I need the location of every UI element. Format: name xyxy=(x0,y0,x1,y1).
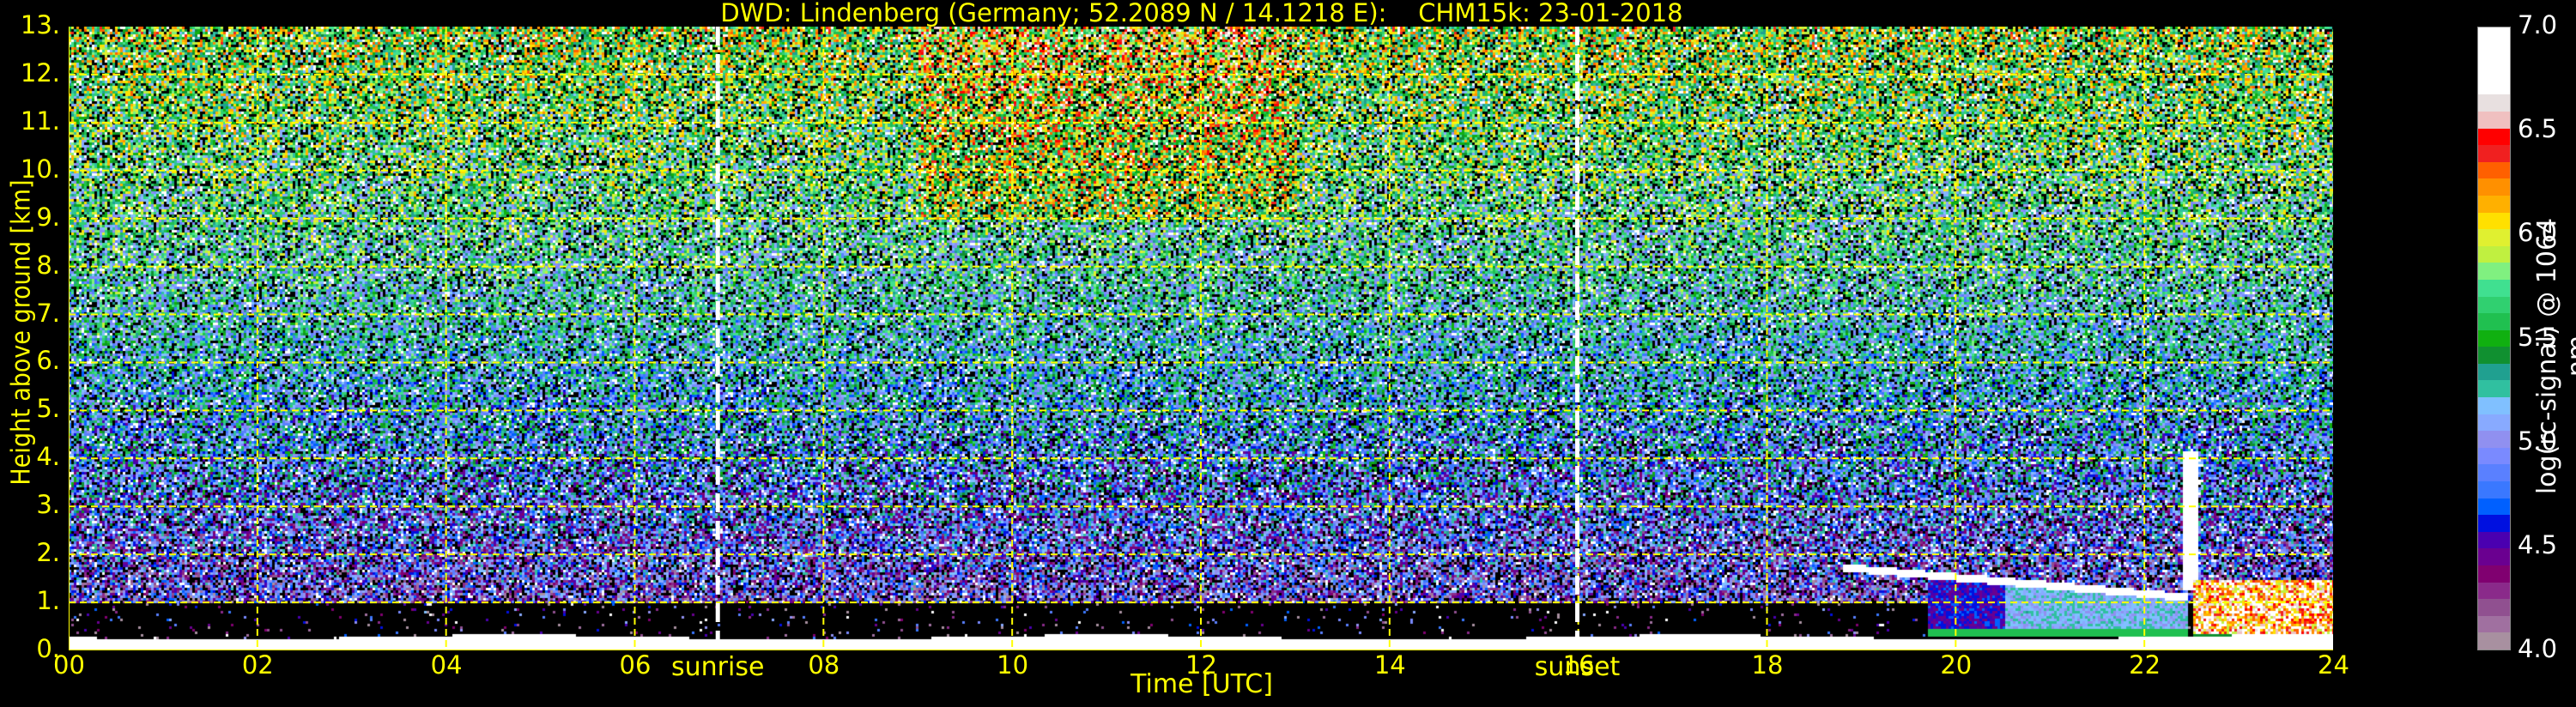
colorbar-label: log(rc-signal) @ 1064 nm xyxy=(2532,217,2576,495)
y-tick-label: 2. xyxy=(36,538,60,568)
plot-area xyxy=(69,27,2333,650)
colorbar-swatch xyxy=(2478,44,2510,62)
colorbar-swatch xyxy=(2478,145,2510,162)
colorbar-swatch xyxy=(2478,599,2510,616)
sunrise-label: sunrise xyxy=(671,652,765,682)
colorbar-swatch xyxy=(2478,380,2510,398)
x-tick-label: 22 xyxy=(2129,650,2161,680)
x-tick-label: 04 xyxy=(430,650,463,680)
colorbar-tick-label: 7.0 xyxy=(2518,10,2558,39)
colorbar-swatch xyxy=(2478,313,2510,330)
x-tick-label: 00 xyxy=(53,650,85,680)
colorbar-swatch xyxy=(2478,296,2510,314)
y-tick-label: 11. xyxy=(20,106,60,136)
x-axis-label: Time [UTC] xyxy=(1130,669,1273,699)
colorbar-swatch xyxy=(2478,245,2510,263)
colorbar-swatch xyxy=(2478,61,2510,78)
x-tick-label: 14 xyxy=(1373,650,1406,680)
colorbar-swatch xyxy=(2478,263,2510,280)
colorbar-swatch xyxy=(2478,565,2510,583)
colorbar-swatch xyxy=(2478,481,2510,499)
colorbar-swatch xyxy=(2478,27,2510,45)
y-axis-label: Height above ground [km] xyxy=(6,179,37,486)
colorbar-swatch xyxy=(2478,515,2510,532)
colorbar-swatch xyxy=(2478,498,2510,516)
colorbar-swatch xyxy=(2478,329,2510,347)
colorbar xyxy=(2477,27,2511,650)
colorbar-swatch xyxy=(2478,363,2510,381)
colorbar-tick-label: 6.5 xyxy=(2518,114,2558,144)
colorbar-swatch xyxy=(2478,531,2510,549)
y-tick-label: 1. xyxy=(36,586,60,616)
colorbar-swatch xyxy=(2478,615,2510,633)
colorbar-swatch xyxy=(2478,397,2510,414)
x-tick-label: 02 xyxy=(241,650,274,680)
sunset-label: sunset xyxy=(1534,652,1621,682)
colorbar-swatch xyxy=(2478,77,2510,95)
x-tick-label: 08 xyxy=(808,650,840,680)
colorbar-swatch xyxy=(2478,94,2510,112)
x-tick-label: 18 xyxy=(1751,650,1784,680)
colorbar-swatch xyxy=(2478,111,2510,129)
x-tick-label: 10 xyxy=(997,650,1029,680)
colorbar-swatch xyxy=(2478,414,2510,432)
y-tick-label: 12. xyxy=(20,57,60,88)
colorbar-swatch xyxy=(2478,279,2510,297)
colorbar-swatch xyxy=(2478,548,2510,565)
colorbar-swatch xyxy=(2478,212,2510,230)
chart-title: DWD: Lindenberg (Germany; 52.2089 N / 14… xyxy=(720,0,1683,27)
y-tick-label: 0. xyxy=(36,634,60,663)
grid-overlay xyxy=(69,27,2333,650)
colorbar-swatch xyxy=(2478,347,2510,364)
colorbar-swatch xyxy=(2478,229,2510,246)
colorbar-tick-label: 4.5 xyxy=(2518,529,2558,559)
colorbar-tick-label: 4.0 xyxy=(2518,634,2558,663)
colorbar-swatch xyxy=(2478,431,2510,448)
colorbar-swatch xyxy=(2478,128,2510,146)
y-tick-label: 13. xyxy=(20,10,60,39)
x-tick-label: 24 xyxy=(2318,650,2349,680)
colorbar-swatch xyxy=(2478,161,2510,179)
colorbar-swatch xyxy=(2478,195,2510,213)
colorbar-swatch xyxy=(2478,464,2510,482)
x-tick-label: 06 xyxy=(619,650,652,680)
colorbar-swatch xyxy=(2478,178,2510,196)
colorbar-swatch xyxy=(2478,447,2510,465)
x-tick-label: 20 xyxy=(1940,650,1973,680)
colorbar-swatch xyxy=(2478,632,2510,650)
colorbar-swatch xyxy=(2478,582,2510,600)
